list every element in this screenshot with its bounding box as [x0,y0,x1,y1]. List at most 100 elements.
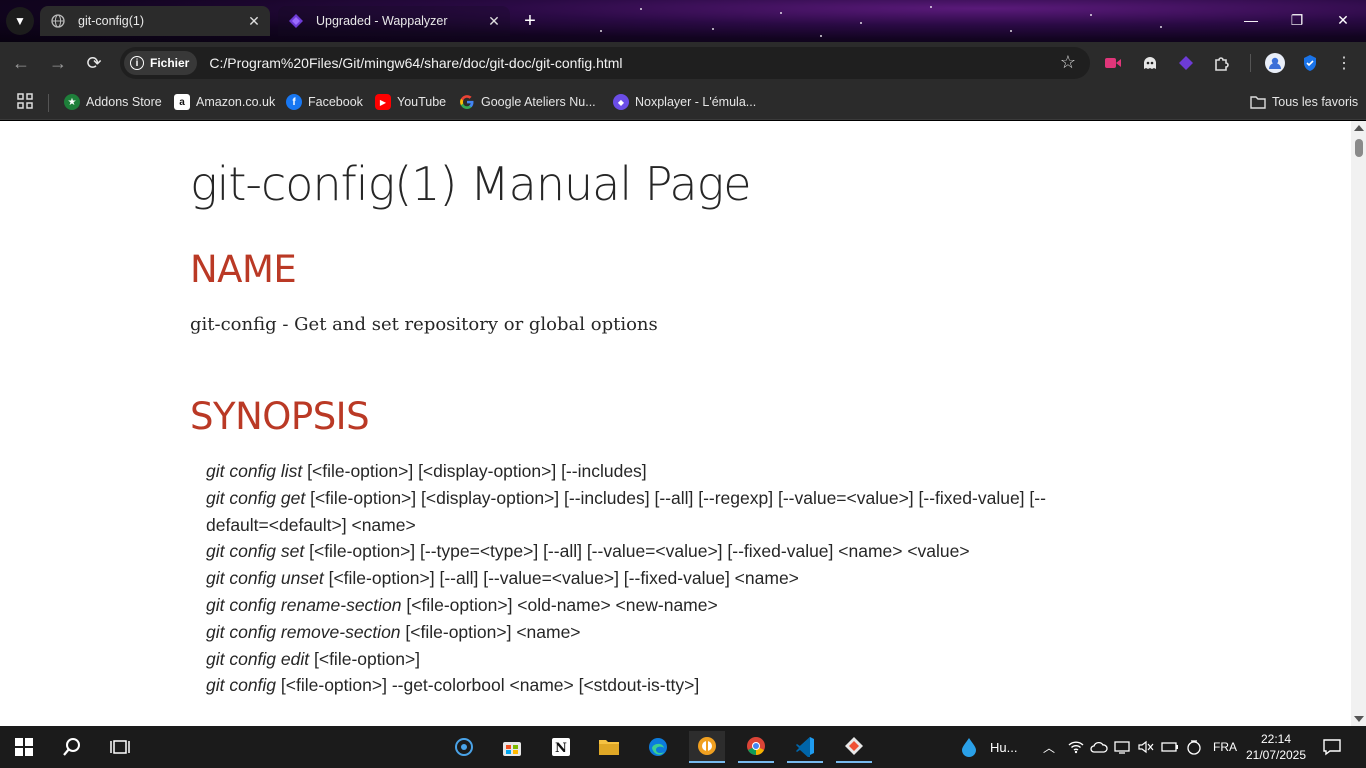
toolbar-divider [1250,54,1251,72]
bookmark-star-icon[interactable]: ☆ [1060,52,1076,73]
weather-widget[interactable]: Hu... [958,726,1017,768]
water-drop-icon [962,738,976,757]
arrow-left-icon: ← [12,52,30,73]
synopsis-command: git config remove-section [206,621,401,642]
youtube-icon: ▶ [375,94,391,110]
name-description: git-config - Get and set repository or g… [190,314,658,335]
arrow-right-icon: → [49,52,67,73]
addons-store-icon: ★ [64,94,80,110]
folder-icon [1250,94,1266,110]
site-info-chip[interactable]: i Fichier [124,51,198,75]
bookmark-label: Noxplayer - L'émula... [635,95,757,109]
taskbar-app-git-gui[interactable] [836,731,872,763]
minimize-button[interactable]: — [1228,0,1274,40]
scroll-down-icon[interactable] [1354,716,1364,722]
profile-avatar-icon[interactable] [1262,50,1288,76]
chevron-down-icon: ▼ [14,14,26,28]
synopsis-command: git config get [206,487,306,508]
bookmark-google-ateliers[interactable]: Google Ateliers Nu... [459,92,596,112]
display-icon[interactable] [1114,726,1130,768]
page-content: git-config(1) Manual Page NAME git-confi… [0,121,1351,726]
tab-wappalyzer[interactable]: Upgraded - Wappalyzer ✕ [278,6,510,36]
noxplayer-icon: ◆ [613,94,629,110]
bookmark-amazon[interactable]: a Amazon.co.uk [174,92,275,112]
bookmark-label: YouTube [397,95,447,109]
close-tab-icon[interactable]: ✕ [484,11,504,31]
synopsis-args: [<file-option>] [--all] [--value=<value>… [323,568,799,589]
apps-grid-icon[interactable] [16,92,36,112]
tab-search-button[interactable]: ▼ [6,7,34,35]
taskbar-app-browser-active[interactable] [689,731,725,763]
synopsis-line: git config list [<file-option>] [<displa… [206,458,1106,485]
shield-extension-icon[interactable] [1297,50,1323,76]
network-app-icon [455,738,473,756]
onedrive-icon[interactable] [1090,726,1108,768]
taskbar-app-notion[interactable]: N [543,731,579,763]
more-menu-icon[interactable]: ⋮ [1331,50,1357,76]
synopsis-heading: SYNOPSIS [190,395,370,438]
bookmark-addons-store[interactable]: ★ Addons Store [64,92,162,112]
scroll-up-icon[interactable] [1354,125,1364,131]
taskbar-app-vscode[interactable] [787,731,823,763]
notifications-icon[interactable] [1322,726,1342,768]
synopsis-args: [<file-option>] <name> [400,621,581,642]
close-tab-icon[interactable]: ✕ [244,11,264,31]
google-icon [459,94,475,110]
synopsis-args: [<file-option>] [--type=<type>] [--all] … [304,541,970,562]
taskbar-app-network[interactable] [446,731,482,763]
focus-assist-icon[interactable] [1186,726,1202,768]
url-text[interactable]: C:/Program%20Files/Git/mingw64/share/doc… [209,55,622,71]
restore-icon: ❐ [1290,11,1304,28]
bookmark-facebook[interactable]: f Facebook [286,92,363,112]
git-gui-icon [845,737,863,755]
reload-button[interactable]: ⟳ [79,48,109,78]
extension-ghost-icon[interactable] [1137,50,1163,76]
search-icon [63,738,80,756]
clock-date: 21/07/2025 [1245,748,1307,762]
taskbar-app-store[interactable] [494,731,530,763]
search-button[interactable] [54,731,90,763]
taskbar-app-explorer[interactable] [591,731,627,763]
windows-logo-icon [15,738,33,756]
taskbar-app-chrome[interactable] [738,731,774,763]
start-button[interactable] [6,731,42,763]
taskbar-app-edge[interactable] [640,731,676,763]
synopsis-args: [<file-option>] <old-name> <new-name> [401,594,718,615]
globe-icon [50,13,66,29]
store-icon [503,742,521,756]
task-view-button[interactable] [102,731,138,763]
address-bar[interactable]: i Fichier C:/Program%20Files/Git/mingw64… [120,47,1090,79]
page-scrollbar[interactable] [1351,121,1366,726]
synopsis-command: git config rename-section [206,594,402,615]
bookmark-youtube[interactable]: ▶ YouTube [375,92,446,112]
tab-strip: ▼ git-config(1) ✕ Upgraded - Wappalyzer … [0,0,1366,42]
close-window-button[interactable]: ✕ [1320,0,1366,40]
bookmark-noxplayer[interactable]: ◆ Noxplayer - L'émula... [613,92,756,112]
synopsis-args: [<file-option>] --get-colorbool <name> [… [276,675,700,696]
new-tab-button[interactable]: + [516,8,544,34]
synopsis-command: git config unset [206,568,324,589]
tray-chevron-up-icon[interactable]: ︿ [1043,726,1055,768]
windows-taskbar: N Hu... ︿ FRA 22:14 21/07/2025 [0,726,1366,768]
restore-button[interactable]: ❐ [1274,0,1320,40]
tab-git-config[interactable]: git-config(1) ✕ [40,6,270,36]
extensions-puzzle-icon[interactable] [1209,50,1235,76]
bookmarks-divider [48,94,49,112]
clock[interactable]: 22:14 21/07/2025 [1245,726,1307,768]
language-indicator[interactable]: FRA [1213,726,1237,768]
name-heading: NAME [190,248,297,291]
battery-plug-icon[interactable] [1161,726,1179,768]
folder-icon [599,740,619,755]
back-button[interactable]: ← [6,48,36,78]
wifi-icon[interactable] [1068,726,1084,768]
volume-muted-icon[interactable] [1138,726,1154,768]
synopsis-line: git config unset [<file-option>] [--all]… [206,565,1106,592]
wappalyzer-extension-icon[interactable] [1173,50,1199,76]
close-icon: ✕ [1337,11,1349,28]
scroll-thumb[interactable] [1355,139,1363,157]
extension-video-icon[interactable] [1100,50,1126,76]
info-icon: i [130,56,144,70]
forward-button[interactable]: → [43,48,73,78]
reload-icon: ⟳ [86,52,102,73]
all-bookmarks-button[interactable]: Tous les favoris [1250,92,1358,112]
